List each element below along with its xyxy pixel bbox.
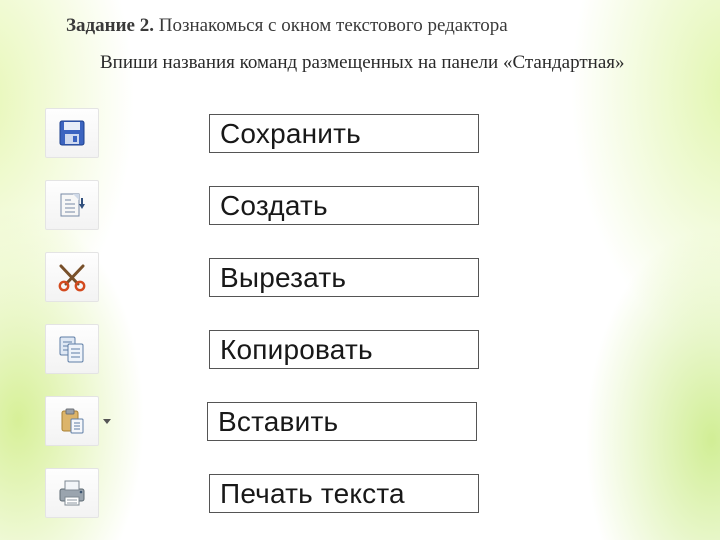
- row-cut: Вырезать: [45, 244, 675, 310]
- print-icon: [45, 468, 99, 518]
- answer-cut[interactable]: Вырезать: [209, 258, 479, 297]
- paste-icon: [45, 396, 99, 446]
- answer-save[interactable]: Сохранить: [209, 114, 479, 153]
- task-instruction: Впиши названия команд размещенных на пан…: [0, 38, 720, 74]
- row-save: Сохранить: [45, 100, 675, 166]
- answer-print[interactable]: Печать текста: [209, 474, 479, 513]
- task-heading: Задание 2. Познакомься с окном текстовог…: [0, 0, 720, 38]
- answer-paste[interactable]: Вставить: [207, 402, 477, 441]
- row-new: Создать: [45, 172, 675, 238]
- row-copy: Копировать: [45, 316, 675, 382]
- worksheet-page: Задание 2. Познакомься с окном текстовог…: [0, 0, 720, 540]
- toolbar-command-list: Сохранить Создать: [45, 100, 675, 532]
- copy-icon: [45, 324, 99, 374]
- cut-icon: [45, 252, 99, 302]
- answer-copy[interactable]: Копировать: [209, 330, 479, 369]
- save-icon: [45, 108, 99, 158]
- row-paste: Вставить: [45, 388, 675, 454]
- answer-new[interactable]: Создать: [209, 186, 479, 225]
- row-print: Печать текста: [45, 460, 675, 526]
- new-document-icon: [45, 180, 99, 230]
- task-description: Познакомься с окном текстового редактора: [159, 15, 508, 36]
- paste-dropdown-caret-icon: [103, 419, 111, 424]
- task-number: Задание 2.: [66, 15, 154, 36]
